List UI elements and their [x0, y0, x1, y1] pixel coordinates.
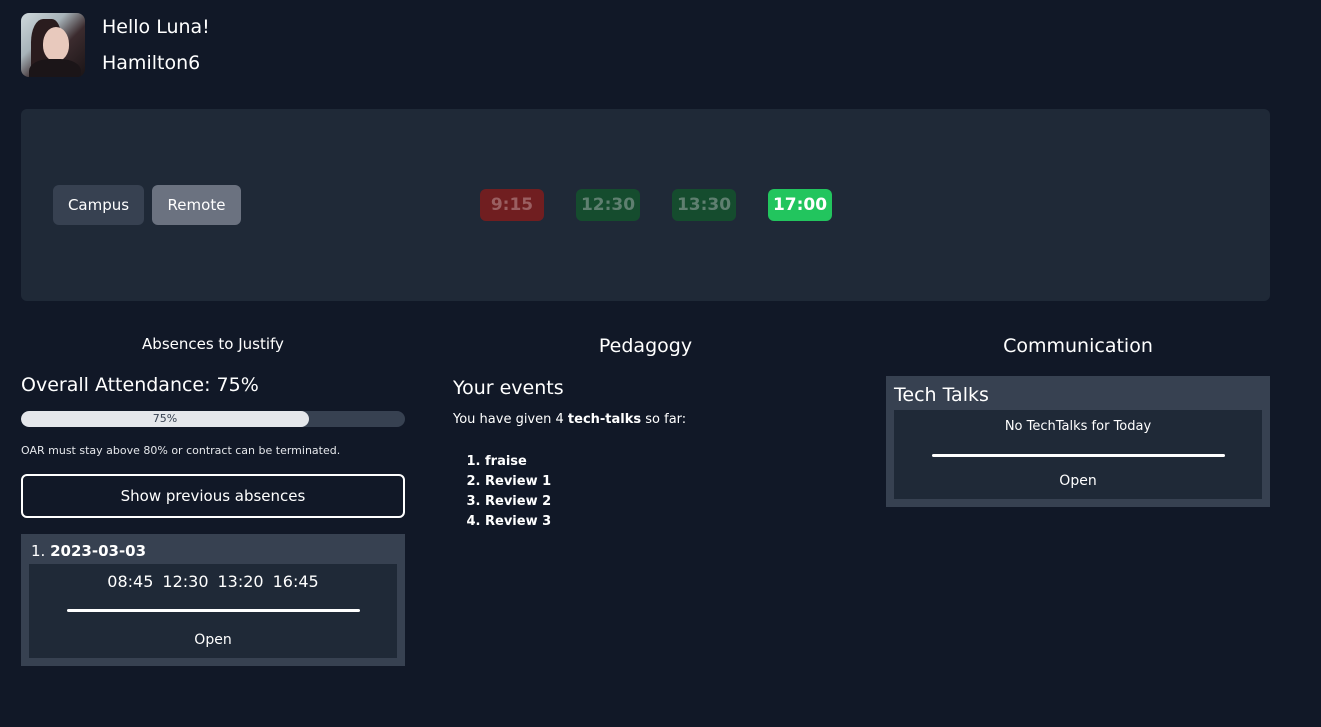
show-previous-absences-button[interactable]: Show previous absences	[21, 474, 405, 518]
absence-card: 1. 2023-03-03 08:45 12:30 13:20 16:45 Op…	[21, 534, 405, 666]
absence-index: 1.	[31, 542, 46, 560]
techtalks-card: Tech Talks No TechTalks for Today Open	[886, 376, 1270, 507]
list-item: Review 2	[485, 492, 838, 512]
absence-card-body: 08:45 12:30 13:20 16:45 Open	[29, 564, 397, 658]
oar-note: OAR must stay above 80% or contract can …	[21, 444, 341, 457]
divider	[931, 454, 1225, 457]
absences-title: Absences to Justify	[142, 335, 284, 353]
avatar-body	[29, 59, 81, 77]
remote-button[interactable]: Remote	[152, 185, 241, 225]
checkin-panel: Campus Remote 9:15 12:30 13:30 17:00	[21, 109, 1270, 301]
techtalks-message: No TechTalks for Today	[1004, 419, 1152, 434]
user-header: Hello Luna! Hamilton6	[21, 13, 210, 77]
communication-title: Communication	[1003, 335, 1153, 357]
absence-card-header: 1. 2023-03-03	[31, 542, 397, 560]
techtalks-body: No TechTalks for Today Open	[894, 410, 1262, 499]
techtalks-title: Tech Talks	[894, 384, 989, 406]
time-slot-1[interactable]: 9:15	[480, 189, 544, 221]
absence-open-button[interactable]: Open	[29, 632, 397, 650]
avatar-face	[43, 27, 69, 61]
attendance-progress-text: 75%	[152, 412, 178, 425]
absence-date: 2023-03-03	[50, 542, 147, 560]
username-text: Hamilton6	[102, 52, 201, 74]
time-slot-2[interactable]: 12:30	[576, 189, 640, 221]
events-list: fraise Review 1 Review 2 Review 3	[485, 452, 838, 532]
campus-button[interactable]: Campus	[53, 185, 144, 225]
overall-attendance: Overall Attendance: 75%	[21, 374, 259, 396]
greeting-block: Hello Luna! Hamilton6	[102, 13, 210, 77]
divider	[66, 609, 360, 612]
list-item: fraise	[485, 452, 838, 472]
events-summary: You have given 4 tech-talks so far:	[453, 412, 838, 427]
time-slot-4[interactable]: 17:00	[768, 189, 832, 221]
absence-time: 08:45	[107, 572, 154, 591]
absence-time: 13:20	[217, 572, 264, 591]
greeting-text: Hello Luna!	[102, 16, 210, 38]
attendance-progress-bar: 75%	[21, 411, 405, 427]
techtalks-open-button[interactable]: Open	[894, 473, 1262, 489]
events-summary-prefix: You have given 4	[453, 412, 568, 427]
events-summary-suffix: so far:	[641, 412, 687, 427]
pedagogy-title: Pedagogy	[598, 335, 693, 357]
absence-time: 12:30	[162, 572, 209, 591]
list-item: Review 1	[485, 472, 838, 492]
absences-column: Absences to Justify Overall Attendance: …	[21, 330, 405, 666]
absence-times: 08:45 12:30 13:20 16:45	[29, 572, 397, 591]
communication-column: Communication Tech Talks No TechTalks fo…	[886, 330, 1270, 507]
events-title: Your events	[453, 377, 564, 399]
events-summary-bold: tech-talks	[567, 412, 642, 427]
avatar	[21, 13, 85, 77]
absence-time: 16:45	[272, 572, 319, 591]
list-item: Review 3	[485, 512, 838, 532]
time-slot-3[interactable]: 13:30	[672, 189, 736, 221]
pedagogy-column: Pedagogy Your events You have given 4 te…	[453, 330, 838, 532]
